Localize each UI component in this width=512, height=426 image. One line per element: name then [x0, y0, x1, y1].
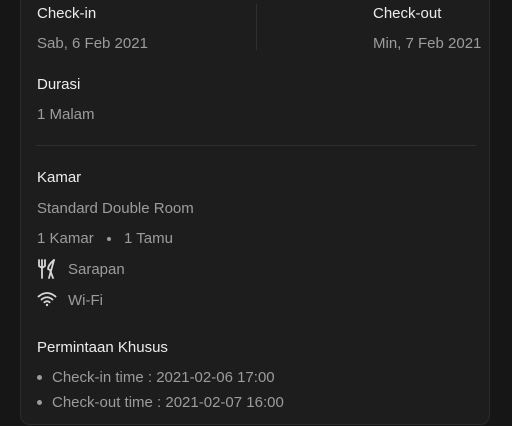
amenity-label-breakfast: Sarapan — [68, 261, 125, 278]
separator-dot — [107, 237, 111, 241]
room-count: 1 Kamar — [37, 230, 94, 247]
bullet-dot — [37, 400, 42, 405]
checkout-label: Check-out — [373, 5, 442, 22]
amenity-label-wifi: Wi-Fi — [68, 292, 103, 309]
room-section-label: Kamar — [37, 169, 82, 186]
wifi-icon — [37, 291, 57, 307]
checkin-date: Sab, 6 Feb 2021 — [37, 35, 148, 52]
room-type: Standard Double Room — [37, 200, 194, 217]
bullet-dot — [37, 375, 42, 380]
special-request-item: Check-in time : 2021-02-06 17:00 — [52, 369, 275, 386]
duration-value: 1 Malam — [37, 106, 95, 123]
vertical-divider — [256, 4, 257, 50]
duration-label: Durasi — [37, 76, 81, 93]
checkin-label: Check-in — [37, 5, 97, 22]
checkout-date: Min, 7 Feb 2021 — [373, 35, 482, 52]
special-requests-label: Permintaan Khusus — [37, 339, 168, 356]
cutlery-icon — [37, 259, 56, 279]
guest-count: 1 Tamu — [124, 230, 173, 247]
special-request-item: Check-out time : 2021-02-07 16:00 — [52, 394, 284, 411]
section-divider — [36, 145, 476, 146]
